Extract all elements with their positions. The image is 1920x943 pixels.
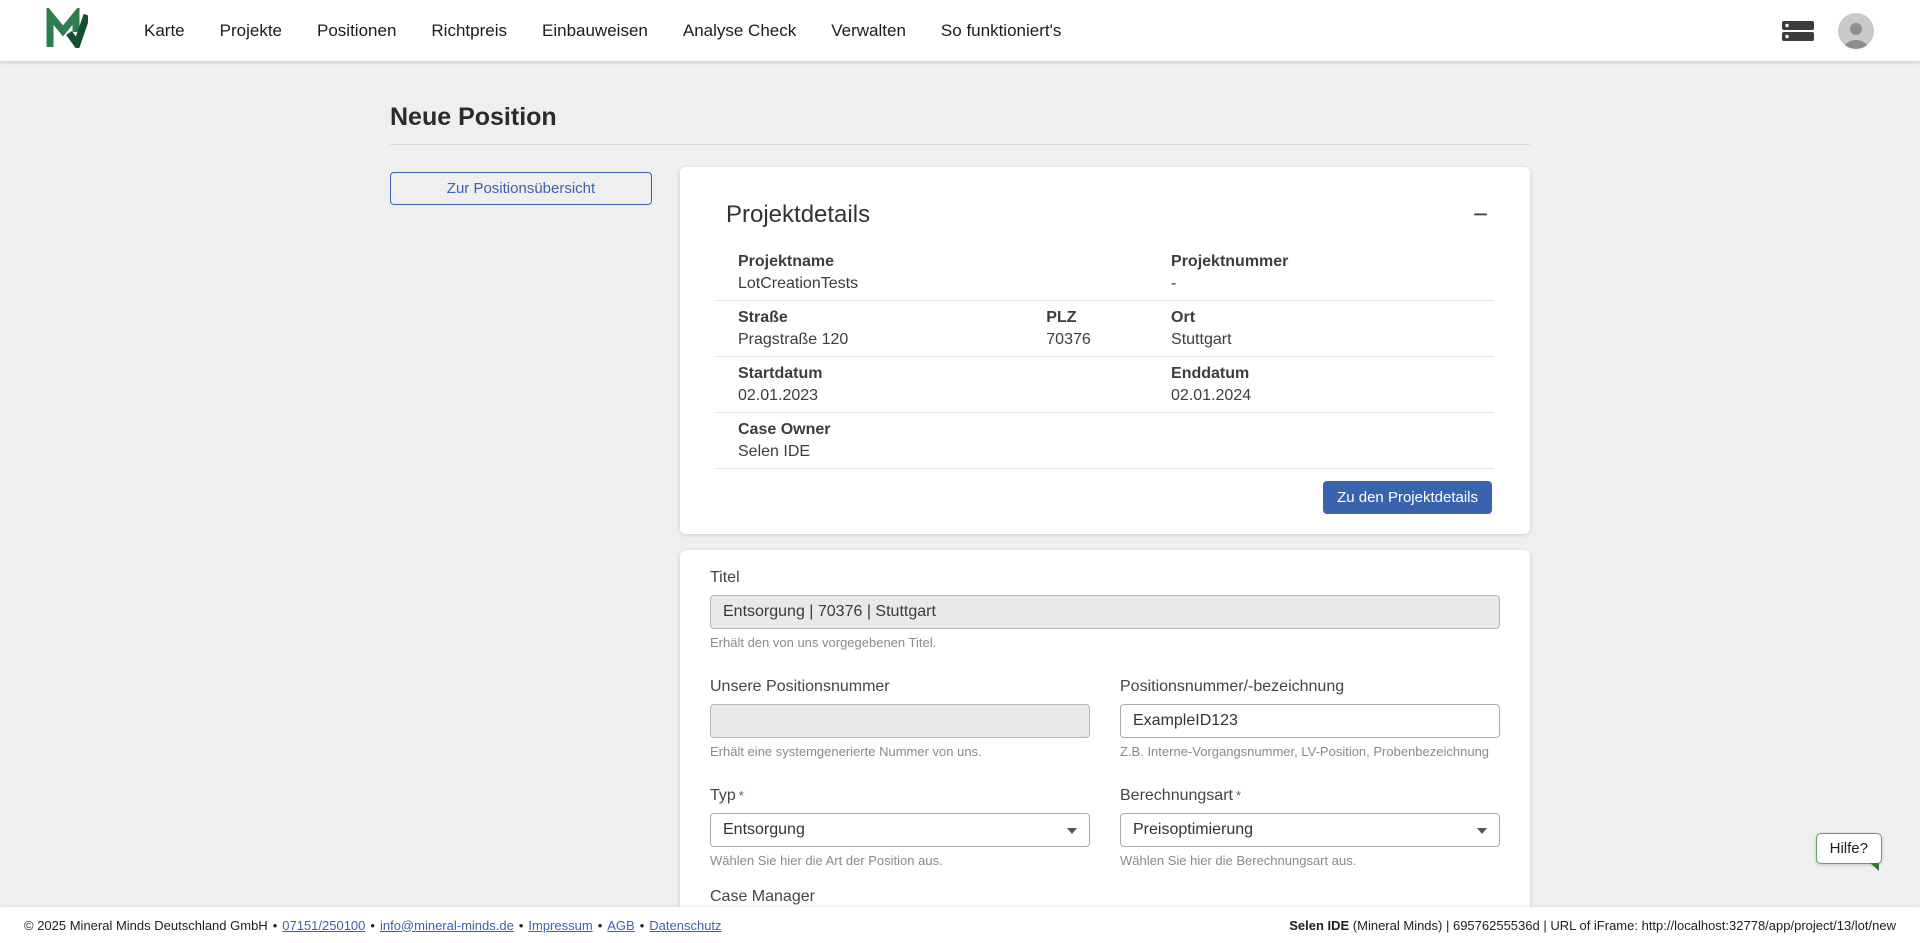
table-row: Case Owner Selen IDE	[716, 413, 1494, 469]
unsere-positionsnummer-group: Unsere Positionsnummer Erhält eine syste…	[710, 677, 1090, 760]
field-value: Pragstraße 120	[738, 330, 1046, 349]
titel-group: Titel Erhält den von uns vorgegebenen Ti…	[710, 568, 1500, 651]
nav-item-einbauweisen[interactable]: Einbauweisen	[542, 21, 648, 41]
typ-group: Typ* Entsorgung Wählen Sie hier die Art …	[710, 786, 1090, 869]
project-details-title: Projektdetails	[726, 201, 1488, 229]
footer-impressum-link[interactable]: Impressum	[528, 918, 592, 933]
session-user: Selen IDE	[1289, 918, 1349, 933]
nav-item-richtpreis[interactable]: Richtpreis	[431, 21, 507, 41]
berechnungsart-helper-text: Wählen Sie hier die Berechnungsart aus.	[1120, 853, 1500, 869]
field-value: 70376	[1046, 330, 1171, 349]
titel-helper-text: Erhält den von uns vorgegebenen Titel.	[710, 635, 1500, 651]
field-value: 02.01.2024	[1171, 386, 1472, 405]
positionsnummer-helper-text: Z.B. Interne-Vorgangsnummer, LV-Position…	[1120, 744, 1500, 760]
main-content: Neue Position Zur Positionsübersicht Pro…	[0, 61, 1920, 907]
right-column: Projektdetails − Projektname LotCreation…	[680, 167, 1530, 907]
server-icon[interactable]	[1782, 20, 1814, 42]
go-to-project-details-button[interactable]: Zu den Projektdetails	[1323, 481, 1492, 514]
field-strasse: Straße Pragstraße 120	[738, 308, 1046, 349]
field-projektname: Projektname LotCreationTests	[738, 252, 1171, 293]
logo-m-icon	[44, 8, 88, 53]
titel-label: Titel	[710, 568, 1500, 587]
footer-session-info: Selen IDE (Mineral Minds) | 69576255536d…	[1289, 918, 1896, 933]
field-label: Enddatum	[1171, 364, 1472, 383]
footer-phone-link[interactable]: 07151/250100	[282, 918, 365, 933]
unsere-positionsnummer-input	[710, 704, 1090, 738]
typ-label: Typ*	[710, 786, 1090, 805]
user-avatar-icon[interactable]	[1838, 13, 1874, 49]
unsere-positionsnummer-helper-text: Erhält eine systemgenerierte Nummer von …	[710, 744, 1090, 760]
case-manager-label: Case Manager	[710, 887, 1090, 906]
field-plz: PLZ 70376	[1046, 308, 1171, 349]
berechnungsart-select[interactable]: Preisoptimierung	[1120, 813, 1500, 847]
nav-item-karte[interactable]: Karte	[144, 21, 185, 41]
field-value: Selen IDE	[738, 442, 1171, 461]
mineral-minds-logo[interactable]	[44, 8, 88, 53]
footer-agb-link[interactable]: AGB	[607, 918, 634, 933]
left-column: Zur Positionsübersicht	[390, 167, 652, 205]
field-case-owner: Case Owner Selen IDE	[738, 420, 1171, 461]
footer-datenschutz-link[interactable]: Datenschutz	[649, 918, 721, 933]
positionsnummer-input[interactable]	[1120, 704, 1500, 738]
field-value: 02.01.2023	[738, 386, 1171, 405]
titel-input	[710, 595, 1500, 629]
nav-item-analyse-check[interactable]: Analyse Check	[683, 21, 796, 41]
page-footer: © 2025 Mineral Minds Deutschland GmbH•07…	[0, 907, 1920, 943]
field-label: Ort	[1171, 308, 1472, 327]
footer-legal: © 2025 Mineral Minds Deutschland GmbH•07…	[24, 918, 722, 933]
typ-select-value: Entsorgung	[723, 821, 805, 839]
top-navbar: Karte Projekte Positionen Richtpreis Ein…	[0, 0, 1920, 61]
nav-item-positionen[interactable]: Positionen	[317, 21, 396, 41]
field-value: LotCreationTests	[738, 274, 1171, 293]
help-button[interactable]: Hilfe?	[1816, 833, 1882, 864]
field-enddatum: Enddatum 02.01.2024	[1171, 364, 1472, 405]
field-label: Startdatum	[738, 364, 1171, 383]
field-projektnummer: Projektnummer -	[1171, 252, 1472, 293]
field-label: PLZ	[1046, 308, 1171, 327]
nav-item-projekte[interactable]: Projekte	[220, 21, 282, 41]
navbar-right-section	[1782, 13, 1874, 49]
positionsnummer-label: Positionsnummer/-bezeichnung	[1120, 677, 1500, 696]
field-value: -	[1171, 274, 1472, 293]
table-row: Straße Pragstraße 120 PLZ 70376 Ort Stut…	[716, 301, 1494, 357]
page-title: Neue Position	[390, 103, 1530, 145]
copyright-text: © 2025 Mineral Minds Deutschland GmbH	[24, 918, 268, 933]
project-details-table: Projektname LotCreationTests Projektnumm…	[716, 245, 1494, 469]
case-manager-group: Case Manager	[710, 887, 1090, 907]
field-startdatum: Startdatum 02.01.2023	[738, 364, 1171, 405]
nav-item-so-funktionierts[interactable]: So funktioniert's	[941, 21, 1061, 41]
required-asterisk: *	[1236, 788, 1241, 803]
main-navigation: Karte Projekte Positionen Richtpreis Ein…	[144, 21, 1061, 41]
session-details: (Mineral Minds) | 69576255536d | URL of …	[1349, 918, 1896, 933]
table-row: Projektname LotCreationTests Projektnumm…	[716, 245, 1494, 301]
field-label: Case Owner	[738, 420, 1171, 439]
typ-select[interactable]: Entsorgung	[710, 813, 1090, 847]
nav-item-verwalten[interactable]: Verwalten	[831, 21, 906, 41]
typ-helper-text: Wählen Sie hier die Art der Position aus…	[710, 853, 1090, 869]
collapse-icon[interactable]: −	[1473, 201, 1488, 227]
field-label: Projektnummer	[1171, 252, 1472, 271]
project-details-card: Projektdetails − Projektname LotCreation…	[680, 167, 1530, 534]
field-ort: Ort Stuttgart	[1171, 308, 1472, 349]
field-label: Straße	[738, 308, 1046, 327]
required-asterisk: *	[739, 788, 744, 803]
berechnungsart-group: Berechnungsart* Preisoptimierung Wählen …	[1120, 786, 1500, 869]
berechnungsart-select-value: Preisoptimierung	[1133, 821, 1253, 839]
footer-email-link[interactable]: info@mineral-minds.de	[380, 918, 514, 933]
berechnungsart-label: Berechnungsart*	[1120, 786, 1500, 805]
back-to-positions-button[interactable]: Zur Positionsübersicht	[390, 172, 652, 205]
field-label: Projektname	[738, 252, 1171, 271]
table-row: Startdatum 02.01.2023 Enddatum 02.01.202…	[716, 357, 1494, 413]
unsere-positionsnummer-label: Unsere Positionsnummer	[710, 677, 1090, 696]
new-position-form-card: Titel Erhält den von uns vorgegebenen Ti…	[680, 550, 1530, 907]
positionsnummer-group: Positionsnummer/-bezeichnung Z.B. Intern…	[1120, 677, 1500, 760]
field-value: Stuttgart	[1171, 330, 1472, 349]
